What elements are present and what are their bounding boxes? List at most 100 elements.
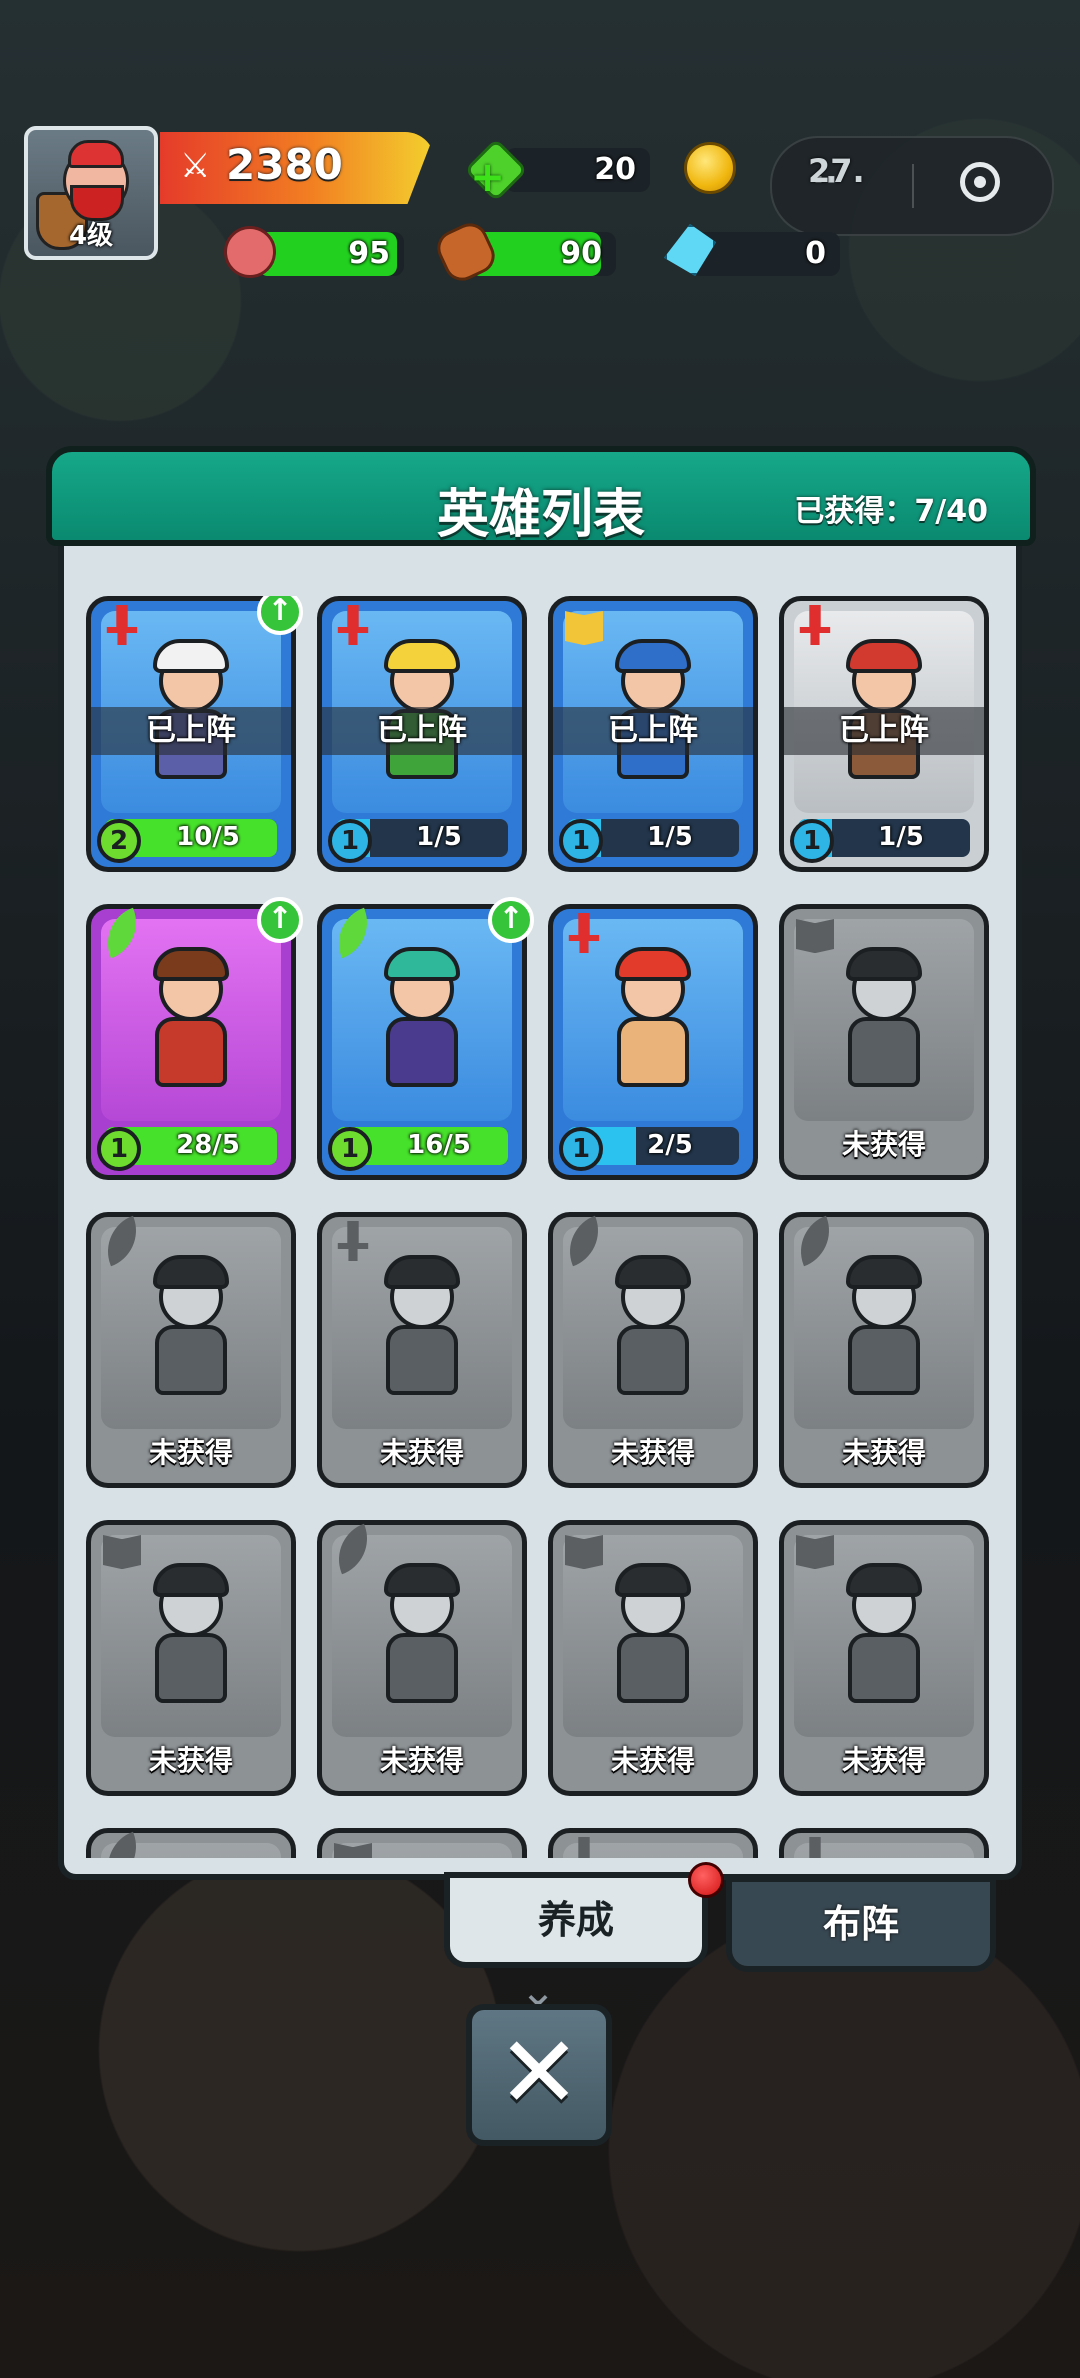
hero-hair (153, 1255, 229, 1289)
capsule-divider (912, 164, 914, 208)
hero-portrait-frame (563, 919, 743, 1121)
hero-hair (153, 639, 229, 673)
hero-portrait-frame (563, 1227, 743, 1429)
hero-card[interactable]: 已上阵 1/5 1 (548, 596, 758, 872)
hero-hair (384, 947, 460, 981)
green-gem-count: 20 (594, 152, 636, 187)
green-gem-bar: 20 (505, 148, 650, 192)
not-obtained-label: 未获得 (841, 1436, 926, 1469)
hero-card-locked[interactable] (86, 1828, 296, 1858)
hero-hair (384, 1563, 460, 1597)
deployed-label: 已上阵 (784, 707, 984, 755)
tab-cultivate[interactable]: 养成 (444, 1872, 708, 1968)
hero-level-badge: 1 (328, 819, 372, 863)
hero-portrait (141, 1563, 241, 1713)
hero-level-badge: 1 (559, 819, 603, 863)
hero-portrait-frame (794, 1843, 974, 1858)
hero-card-locked[interactable] (779, 1828, 989, 1858)
hero-hair (153, 947, 229, 981)
not-obtained-label: 未获得 (610, 1436, 695, 1469)
crystal-bar: 0 (690, 232, 840, 276)
hero-body (617, 1017, 689, 1087)
not-obtained-label: 未获得 (379, 1744, 464, 1777)
hero-hair (615, 639, 691, 673)
hero-portrait (141, 947, 241, 1097)
hero-card-locked[interactable] (317, 1828, 527, 1858)
hero-body (848, 1633, 920, 1703)
hero-body (155, 1633, 227, 1703)
hero-hair (846, 947, 922, 981)
hero-hair (615, 947, 691, 981)
wood-count: 90 (560, 236, 602, 271)
hero-body (386, 1017, 458, 1087)
hero-card-locked[interactable] (548, 1828, 758, 1858)
gold-coin-icon (684, 142, 736, 194)
not-obtained-label: 未获得 (379, 1436, 464, 1469)
hero-portrait-frame (563, 1843, 743, 1858)
hero-hair (615, 1563, 691, 1597)
hero-card-locked[interactable]: 未获得 (548, 1212, 758, 1488)
hero-portrait (372, 1255, 472, 1405)
hero-card-locked[interactable]: 未获得 (86, 1520, 296, 1796)
hero-portrait-frame (332, 1227, 512, 1429)
hero-portrait-frame (101, 1227, 281, 1429)
not-obtained-label: 未获得 (148, 1744, 233, 1777)
hero-portrait (834, 947, 934, 1097)
hero-body (848, 1017, 920, 1087)
upgrade-arrow-icon: ↑ (488, 897, 534, 943)
hero-portrait (603, 1255, 703, 1405)
meat-icon (224, 226, 276, 278)
mage-class-icon (334, 1843, 372, 1858)
hero-portrait-frame (332, 919, 512, 1121)
hero-card[interactable]: ↑ 28/5 1 (86, 897, 303, 1180)
player-level: 4级 (68, 221, 114, 251)
hero-body (386, 1633, 458, 1703)
hero-level-badge: 1 (328, 1127, 372, 1171)
hero-card[interactable]: 已上阵 1/5 1 (779, 596, 989, 872)
hero-card[interactable]: ↑ 已上阵 10/5 2 (86, 596, 303, 872)
hero-portrait-frame (101, 919, 281, 1121)
add-gem-icon[interactable]: + (470, 152, 505, 201)
hero-card[interactable]: 2/5 1 (548, 904, 758, 1180)
hero-card-locked[interactable]: 未获得 (317, 1212, 527, 1488)
hero-hair (384, 1255, 460, 1289)
power-banner: ⚔ 2380 (160, 132, 435, 204)
crossed-swords-icon: ⚔ (180, 146, 211, 186)
hero-portrait (372, 1563, 472, 1713)
hero-hair (615, 1255, 691, 1289)
notification-dot (688, 1862, 724, 1898)
panel-header: 英雄列表 已获得：7/40 (46, 446, 1036, 546)
hero-level-badge: 1 (97, 1127, 141, 1171)
hero-card[interactable]: ↑ 16/5 1 (317, 897, 534, 1180)
hero-body (155, 1325, 227, 1395)
hero-hair (846, 639, 922, 673)
hero-hair (384, 639, 460, 673)
not-obtained-label: 未获得 (841, 1744, 926, 1777)
hero-portrait-frame (332, 1535, 512, 1737)
hero-portrait-frame (794, 1227, 974, 1429)
hero-card-locked[interactable]: 未获得 (86, 1212, 296, 1488)
hero-body (386, 1325, 458, 1395)
capsule-close-icon[interactable] (960, 162, 1000, 202)
hero-portrait (603, 1563, 703, 1713)
hero-hair (846, 1563, 922, 1597)
hero-card[interactable]: 已上阵 1/5 1 (317, 596, 527, 872)
not-obtained-label: 未获得 (841, 1128, 926, 1161)
crystal-count: 0 (805, 236, 826, 271)
hero-card-locked[interactable]: 未获得 (779, 1520, 989, 1796)
hero-grid[interactable]: ↑ 已上阵 10/5 2 已上阵 1/5 1 已上阵 1/5 1 已上阵 1/5 1 ↑ 28/5 1 ↑ 16/… (86, 596, 994, 1858)
power-value: 2380 (226, 140, 343, 189)
hero-card-locked[interactable]: 未获得 (317, 1520, 527, 1796)
hero-card-locked[interactable]: 未获得 (779, 1212, 989, 1488)
tab-formation[interactable]: 布阵 (726, 1876, 996, 1972)
hero-body (848, 1325, 920, 1395)
hero-card-locked[interactable]: 未获得 (779, 904, 989, 1180)
hero-portrait (372, 947, 472, 1097)
hero-portrait (603, 947, 703, 1097)
player-avatar[interactable]: 4级 (24, 126, 158, 260)
deployed-label: 已上阵 (322, 707, 522, 755)
hero-portrait (834, 1255, 934, 1405)
close-button[interactable]: ✕ (466, 2004, 612, 2146)
hero-level-badge: 1 (559, 1127, 603, 1171)
hero-card-locked[interactable]: 未获得 (548, 1520, 758, 1796)
